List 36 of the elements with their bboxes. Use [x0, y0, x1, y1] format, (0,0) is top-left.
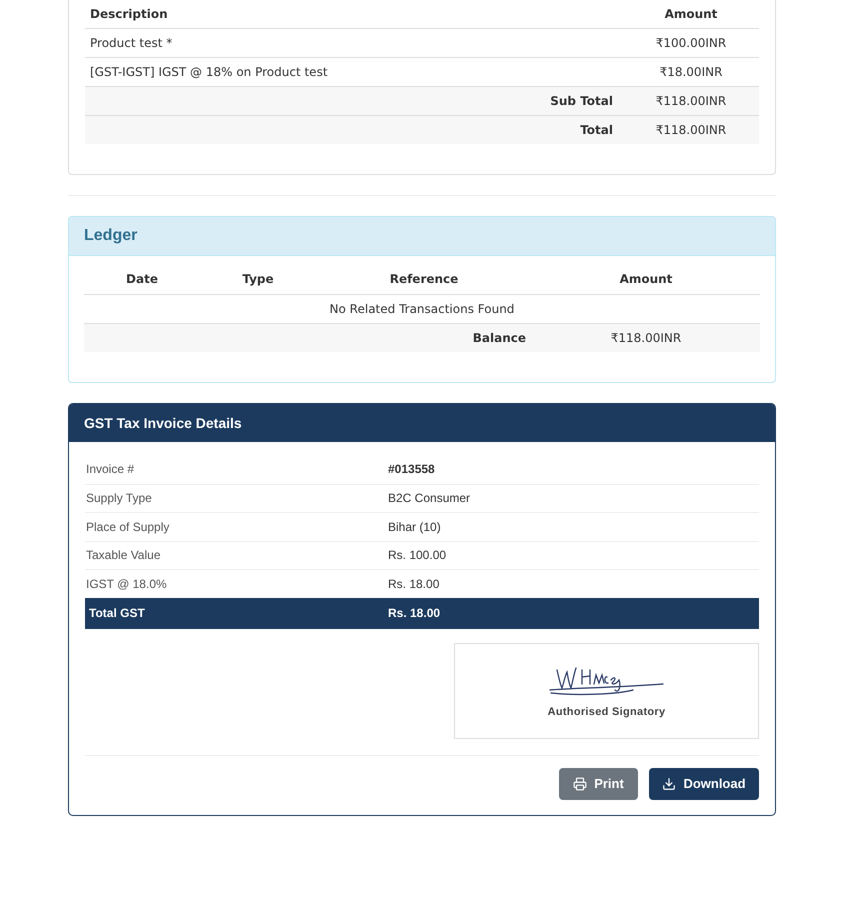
table-cell: ₹18.00INR	[623, 57, 759, 86]
print-button[interactable]: Print	[559, 768, 638, 800]
download-icon	[662, 776, 676, 790]
printer-icon	[573, 776, 588, 790]
table-cell: [GST-IGST] IGST @ 18% on Product test	[85, 57, 623, 86]
detail-label: Taxable Value	[85, 547, 162, 564]
detail-label: Invoice #	[85, 461, 136, 478]
ledger-title: Ledger	[84, 226, 138, 246]
total-gst-value: Rs. 18.00	[388, 605, 440, 622]
detail-label: Supply Type	[85, 490, 153, 508]
detail-label: Place of Supply	[85, 518, 170, 536]
detail-value: Rs. 100.00	[388, 547, 446, 564]
table-cell: ₹100.00INR	[623, 28, 759, 57]
column-header: Reference	[316, 264, 532, 294]
signature-caption: Authorised Signatory	[548, 704, 666, 720]
balance-label: Balance	[84, 323, 532, 352]
empty-message: No Related Transactions Found	[84, 294, 760, 323]
column-header: Description	[85, 0, 623, 28]
table-cell: Product test *	[85, 28, 623, 57]
total-amount: ₹118.00INR	[623, 115, 759, 144]
column-header: Type	[200, 264, 316, 294]
detail-value: B2C Consumer	[388, 490, 470, 508]
detail-label: IGST @ 18.0%	[85, 576, 168, 593]
download-button[interactable]: Download	[649, 768, 759, 800]
detail-value: Rs. 18.00	[388, 576, 440, 593]
column-header: Date	[84, 264, 200, 294]
total-gst-label: Total GST	[88, 605, 146, 622]
balance-amount: ₹118.00INR	[532, 323, 760, 352]
column-header: Amount	[532, 264, 760, 294]
total-label: Total	[85, 115, 623, 144]
detail-value: #013558	[388, 461, 435, 478]
detail-value: Bihar (10)	[388, 518, 441, 536]
column-header: Amount	[623, 0, 759, 28]
total-amount: ₹118.00INR	[623, 86, 759, 115]
gst-title: GST Tax Invoice Details	[84, 414, 242, 432]
total-label: Sub Total	[85, 86, 623, 115]
